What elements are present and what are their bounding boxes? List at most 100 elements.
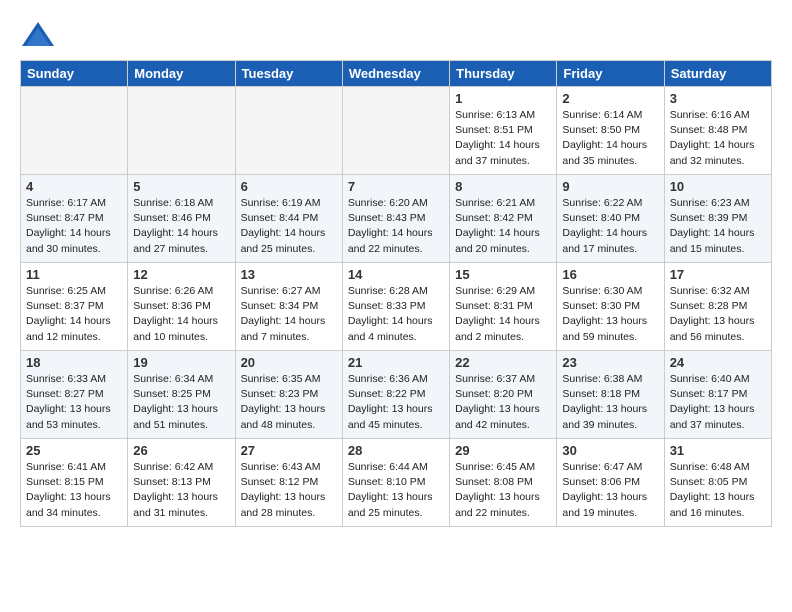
day-info: Sunrise: 6:34 AM Sunset: 8:25 PM Dayligh…	[133, 372, 229, 433]
day-number: 11	[26, 267, 122, 282]
day-number: 24	[670, 355, 766, 370]
calendar-header-row: SundayMondayTuesdayWednesdayThursdayFrid…	[21, 61, 772, 87]
calendar-cell: 5Sunrise: 6:18 AM Sunset: 8:46 PM Daylig…	[128, 175, 235, 263]
calendar-cell: 23 Sunrise: 6:38 AM Sunset: 8:18 PM Dayli…	[557, 351, 664, 439]
day-info: Sunrise: 6:13 AM Sunset: 8:51 PM Dayligh…	[455, 108, 551, 169]
day-number: 3	[670, 91, 766, 106]
weekday-header: Wednesday	[342, 61, 449, 87]
day-info: Sunrise: 6:44 AM Sunset: 8:10 PM Dayligh…	[348, 460, 444, 521]
calendar-cell: 8 Sunrise: 6:21 AM Sunset: 8:42 PM Daylig…	[450, 175, 557, 263]
day-info: Sunrise: 6:19 AM Sunset: 8:44 PM Dayligh…	[241, 196, 337, 257]
day-number: 2	[562, 91, 658, 106]
day-number: 20	[241, 355, 337, 370]
calendar-week-row: 18Sunrise: 6:33 AM Sunset: 8:27 PM Dayli…	[21, 351, 772, 439]
weekday-header: Monday	[128, 61, 235, 87]
weekday-header: Sunday	[21, 61, 128, 87]
day-number: 27	[241, 443, 337, 458]
day-info: Sunrise: 6:48 AM Sunset: 8:05 PM Dayligh…	[670, 460, 766, 521]
calendar-cell	[128, 87, 235, 175]
calendar-cell: 2 Sunrise: 6:14 AM Sunset: 8:50 PM Daylig…	[557, 87, 664, 175]
weekday-header: Friday	[557, 61, 664, 87]
day-number: 16	[562, 267, 658, 282]
day-info: Sunrise: 6:14 AM Sunset: 8:50 PM Dayligh…	[562, 108, 658, 169]
calendar-cell: 25 Sunrise: 6:41 AM Sunset: 8:15 PM Dayli…	[21, 439, 128, 527]
day-number: 28	[348, 443, 444, 458]
day-info: Sunrise: 6:17 AM Sunset: 8:47 PM Dayligh…	[26, 196, 122, 257]
calendar-cell: 22 Sunrise: 6:37 AM Sunset: 8:20 PM Dayli…	[450, 351, 557, 439]
day-info: Sunrise: 6:43 AM Sunset: 8:12 PM Dayligh…	[241, 460, 337, 521]
calendar-week-row: 4 Sunrise: 6:17 AM Sunset: 8:47 PM Daylig…	[21, 175, 772, 263]
day-info: Sunrise: 6:37 AM Sunset: 8:20 PM Dayligh…	[455, 372, 551, 433]
weekday-header: Thursday	[450, 61, 557, 87]
calendar-cell: 18Sunrise: 6:33 AM Sunset: 8:27 PM Dayli…	[21, 351, 128, 439]
calendar-cell: 16Sunrise: 6:30 AM Sunset: 8:30 PM Dayli…	[557, 263, 664, 351]
calendar-cell: 7Sunrise: 6:20 AM Sunset: 8:43 PM Daylig…	[342, 175, 449, 263]
calendar-cell: 3 Sunrise: 6:16 AM Sunset: 8:48 PM Daylig…	[664, 87, 771, 175]
calendar-cell: 6 Sunrise: 6:19 AM Sunset: 8:44 PM Daylig…	[235, 175, 342, 263]
calendar-cell	[235, 87, 342, 175]
calendar-cell: 26 Sunrise: 6:42 AM Sunset: 8:13 PM Dayli…	[128, 439, 235, 527]
day-info: Sunrise: 6:16 AM Sunset: 8:48 PM Dayligh…	[670, 108, 766, 169]
day-number: 19	[133, 355, 229, 370]
calendar-cell: 10 Sunrise: 6:23 AM Sunset: 8:39 PM Dayli…	[664, 175, 771, 263]
day-info: Sunrise: 6:28 AM Sunset: 8:33 PM Dayligh…	[348, 284, 444, 345]
calendar-cell	[342, 87, 449, 175]
day-number: 13	[241, 267, 337, 282]
day-number: 26	[133, 443, 229, 458]
day-info: Sunrise: 6:25 AM Sunset: 8:37 PM Dayligh…	[26, 284, 122, 345]
calendar-cell: 20Sunrise: 6:35 AM Sunset: 8:23 PM Dayli…	[235, 351, 342, 439]
day-number: 30	[562, 443, 658, 458]
day-number: 25	[26, 443, 122, 458]
day-info: Sunrise: 6:36 AM Sunset: 8:22 PM Dayligh…	[348, 372, 444, 433]
day-number: 10	[670, 179, 766, 194]
day-number: 21	[348, 355, 444, 370]
calendar-cell: 13 Sunrise: 6:27 AM Sunset: 8:34 PM Dayli…	[235, 263, 342, 351]
calendar-week-row: 1 Sunrise: 6:13 AM Sunset: 8:51 PM Daylig…	[21, 87, 772, 175]
day-number: 29	[455, 443, 551, 458]
calendar-cell: 24 Sunrise: 6:40 AM Sunset: 8:17 PM Dayli…	[664, 351, 771, 439]
day-number: 23	[562, 355, 658, 370]
calendar-cell: 1 Sunrise: 6:13 AM Sunset: 8:51 PM Daylig…	[450, 87, 557, 175]
day-number: 6	[241, 179, 337, 194]
day-info: Sunrise: 6:32 AM Sunset: 8:28 PM Dayligh…	[670, 284, 766, 345]
calendar-cell: 31Sunrise: 6:48 AM Sunset: 8:05 PM Dayli…	[664, 439, 771, 527]
day-info: Sunrise: 6:33 AM Sunset: 8:27 PM Dayligh…	[26, 372, 122, 433]
calendar-week-row: 11 Sunrise: 6:25 AM Sunset: 8:37 PM Dayli…	[21, 263, 772, 351]
page-header	[20, 20, 772, 50]
day-info: Sunrise: 6:29 AM Sunset: 8:31 PM Dayligh…	[455, 284, 551, 345]
day-info: Sunrise: 6:18 AM Sunset: 8:46 PM Dayligh…	[133, 196, 229, 257]
calendar-table: SundayMondayTuesdayWednesdayThursdayFrid…	[20, 60, 772, 527]
calendar-cell: 9 Sunrise: 6:22 AM Sunset: 8:40 PM Daylig…	[557, 175, 664, 263]
day-number: 8	[455, 179, 551, 194]
day-info: Sunrise: 6:41 AM Sunset: 8:15 PM Dayligh…	[26, 460, 122, 521]
day-number: 4	[26, 179, 122, 194]
day-info: Sunrise: 6:21 AM Sunset: 8:42 PM Dayligh…	[455, 196, 551, 257]
calendar-cell: 12 Sunrise: 6:26 AM Sunset: 8:36 PM Dayli…	[128, 263, 235, 351]
calendar-cell: 19 Sunrise: 6:34 AM Sunset: 8:25 PM Dayli…	[128, 351, 235, 439]
weekday-header: Tuesday	[235, 61, 342, 87]
calendar-cell: 21 Sunrise: 6:36 AM Sunset: 8:22 PM Dayli…	[342, 351, 449, 439]
day-number: 9	[562, 179, 658, 194]
day-info: Sunrise: 6:38 AM Sunset: 8:18 PM Dayligh…	[562, 372, 658, 433]
day-number: 15	[455, 267, 551, 282]
day-info: Sunrise: 6:40 AM Sunset: 8:17 PM Dayligh…	[670, 372, 766, 433]
day-number: 22	[455, 355, 551, 370]
day-info: Sunrise: 6:23 AM Sunset: 8:39 PM Dayligh…	[670, 196, 766, 257]
logo	[20, 20, 60, 50]
day-info: Sunrise: 6:42 AM Sunset: 8:13 PM Dayligh…	[133, 460, 229, 521]
day-info: Sunrise: 6:45 AM Sunset: 8:08 PM Dayligh…	[455, 460, 551, 521]
calendar-cell: 27 Sunrise: 6:43 AM Sunset: 8:12 PM Dayli…	[235, 439, 342, 527]
day-number: 14	[348, 267, 444, 282]
weekday-header: Saturday	[664, 61, 771, 87]
calendar-week-row: 25 Sunrise: 6:41 AM Sunset: 8:15 PM Dayli…	[21, 439, 772, 527]
calendar-cell: 15 Sunrise: 6:29 AM Sunset: 8:31 PM Dayli…	[450, 263, 557, 351]
calendar-cell: 30 Sunrise: 6:47 AM Sunset: 8:06 PM Dayli…	[557, 439, 664, 527]
day-info: Sunrise: 6:27 AM Sunset: 8:34 PM Dayligh…	[241, 284, 337, 345]
day-info: Sunrise: 6:22 AM Sunset: 8:40 PM Dayligh…	[562, 196, 658, 257]
day-info: Sunrise: 6:47 AM Sunset: 8:06 PM Dayligh…	[562, 460, 658, 521]
day-info: Sunrise: 6:26 AM Sunset: 8:36 PM Dayligh…	[133, 284, 229, 345]
calendar-cell: 14 Sunrise: 6:28 AM Sunset: 8:33 PM Dayli…	[342, 263, 449, 351]
day-number: 12	[133, 267, 229, 282]
calendar-cell: 17Sunrise: 6:32 AM Sunset: 8:28 PM Dayli…	[664, 263, 771, 351]
day-number: 1	[455, 91, 551, 106]
